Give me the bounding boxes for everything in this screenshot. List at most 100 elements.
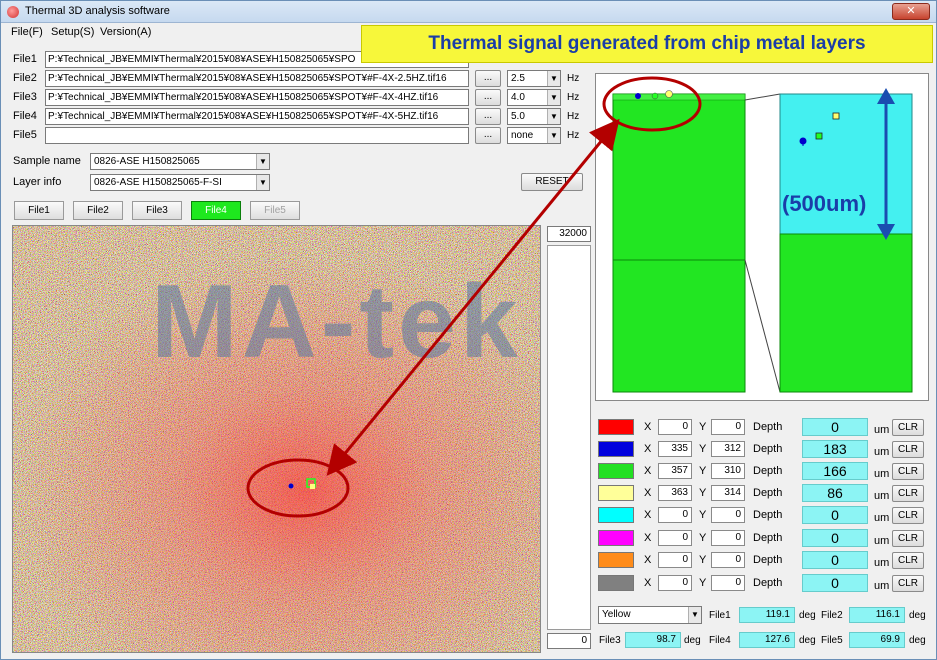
marker-depth-unit: um [874,490,890,502]
marker-clear-button[interactable]: CLR [892,575,924,592]
marker-row: X 357 Y 310 Depth 166 um CLR [598,461,932,481]
marker-clear-button[interactable]: CLR [892,441,924,458]
marker-x-field[interactable]: 0 [658,552,692,568]
marker-blue-dot [288,483,294,489]
file2-hz-select[interactable]: 2.5 ▼ [507,70,561,87]
cross-section-view[interactable]: (500um) [595,73,929,401]
marker-row: X 335 Y 312 Depth 183 um CLR [598,439,932,459]
marker-clear-button[interactable]: CLR [892,552,924,569]
file3-browse-button[interactable]: ... [475,89,501,106]
marker-y-field[interactable]: 0 [711,575,745,591]
zoom-guide-top [744,93,781,101]
menu-version[interactable]: Version(A) [100,26,151,38]
phase-color-select[interactable]: Yellow ▼ [598,606,702,624]
layer-info-select[interactable]: 0826-ASE H150825065-F-SI ▼ [90,174,270,191]
marker-color-swatch[interactable] [598,441,634,457]
phase-file3-label: File3 [599,635,621,646]
file4-browse-button[interactable]: ... [475,108,501,125]
file3-hz-select[interactable]: 4.0 ▼ [507,89,561,106]
marker-depth-label: Depth [753,577,783,589]
menu-setup[interactable]: Setup(S) [51,26,94,38]
annotation-banner-text: Thermal signal generated from chip metal… [428,33,866,54]
file4-label: File4 [13,110,37,122]
marker-x-field[interactable]: 0 [658,507,692,523]
file4-hz-unit: Hz [567,111,580,122]
marker-y-field[interactable]: 0 [711,530,745,546]
marker-y-label: Y [699,509,707,521]
marker-y-label: Y [699,554,707,566]
marker-depth-value: 166 [802,462,868,480]
marker-x-field[interactable]: 0 [658,419,692,435]
marker-x-field[interactable]: 363 [658,485,692,501]
marker-y-label: Y [699,577,707,589]
close-window-button[interactable]: ✕ [892,3,930,20]
marker-depth-unit: um [874,580,890,592]
file5-hz-select[interactable]: none ▼ [507,127,561,144]
file3-path-field[interactable]: P:¥Technical_JB¥EMMI¥Thermal¥2015¥08¥ASE… [45,89,469,106]
marker-x-field[interactable]: 0 [658,530,692,546]
marker-y-field[interactable]: 314 [711,485,745,501]
window-title: Thermal 3D analysis software [25,5,170,17]
tab-file2[interactable]: File2 [73,201,123,220]
phase-file5-value: 69.9 [849,632,905,648]
marker-color-swatch[interactable] [598,485,634,501]
marker-color-swatch[interactable] [598,530,634,546]
marker-y-field[interactable]: 0 [711,419,745,435]
layer-info-value: 0826-ASE H150825065-F-SI [94,177,222,188]
phase-file3-unit: deg [684,635,701,646]
marker-clear-button[interactable]: CLR [892,507,924,524]
tab-file3[interactable]: File3 [132,201,182,220]
file5-browse-button[interactable]: ... [475,127,501,144]
marker-y-field[interactable]: 312 [711,441,745,457]
marker-depth-value: 0 [802,506,868,524]
menu-file[interactable]: File(F) [11,26,43,38]
marker-x-field[interactable]: 0 [658,575,692,591]
dimension-label: (500um) [782,191,866,216]
marker-color-swatch[interactable] [598,419,634,435]
phase-file2-label: File2 [821,610,843,621]
marker-color-swatch[interactable] [598,575,634,591]
file5-path-field[interactable] [45,127,469,144]
phase-file2-unit: deg [909,610,926,621]
marker-clear-button[interactable]: CLR [892,463,924,480]
file2-path-field[interactable]: P:¥Technical_JB¥EMMI¥Thermal¥2015¥08¥ASE… [45,70,469,87]
marker-row: X 0 Y 0 Depth 0 um CLR [598,573,932,593]
phase-file3-value: 98.7 [625,632,681,648]
marker-clear-button[interactable]: CLR [892,485,924,502]
marker-depth-label: Depth [753,443,783,455]
file4-hz-value: 5.0 [511,111,525,122]
marker-depth-unit: um [874,424,890,436]
marker-depth-label: Depth [753,421,783,433]
marker-y-field[interactable]: 0 [711,552,745,568]
marker-blue-dot [635,93,641,99]
marker-depth-value: 183 [802,440,868,458]
reset-button[interactable]: RESET [521,173,583,191]
file3-label: File3 [13,91,37,103]
marker-y-field[interactable]: 310 [711,463,745,479]
marker-x-field[interactable]: 335 [658,441,692,457]
marker-color-swatch[interactable] [598,552,634,568]
marker-y-field[interactable]: 0 [711,507,745,523]
title-bar: Thermal 3D analysis software ✕ [1,1,936,23]
phase-file1-label: File1 [709,610,731,621]
thermal-image-view[interactable] [12,225,541,653]
file2-browse-button[interactable]: ... [475,70,501,87]
marker-row: X 0 Y 0 Depth 0 um CLR [598,505,932,525]
marker-color-swatch[interactable] [598,507,634,523]
scale-min-field[interactable]: 0 [547,633,591,649]
tab-file4[interactable]: File4 [191,201,241,220]
tab-file5: File5 [250,201,300,220]
scale-max-field[interactable]: 32000 [547,226,591,242]
file4-hz-select[interactable]: 5.0 ▼ [507,108,561,125]
file4-path-field[interactable]: P:¥Technical_JB¥EMMI¥Thermal¥2015¥08¥ASE… [45,108,469,125]
tab-file1[interactable]: File1 [14,201,64,220]
marker-color-swatch[interactable] [598,463,634,479]
marker-x-label: X [644,487,652,499]
marker-depth-label: Depth [753,554,783,566]
marker-clear-button[interactable]: CLR [892,530,924,547]
chevron-down-icon: ▼ [547,109,560,124]
marker-clear-button[interactable]: CLR [892,419,924,436]
sample-name-select[interactable]: 0826-ASE H150825065 ▼ [90,153,270,170]
chevron-down-icon: ▼ [688,607,701,623]
marker-x-field[interactable]: 357 [658,463,692,479]
